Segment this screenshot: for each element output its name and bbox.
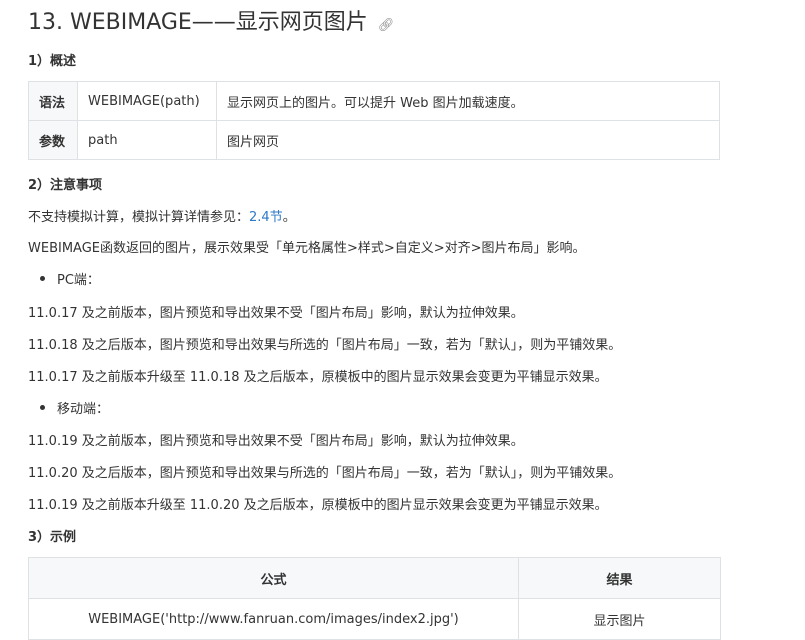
page-title: 13. WEBIMAGE——显示网页图片 🔗︎ xyxy=(28,4,394,36)
paragraph-simulation: 不支持模拟计算，模拟计算详情参见：2.4节。 xyxy=(28,206,296,225)
column-header-result: 结果 xyxy=(518,557,721,599)
table-cell-value: WEBIMAGE(path) xyxy=(77,81,217,121)
section-heading-overview: 1）概述 xyxy=(28,54,77,69)
paragraph-mobile-line: 11.0.19 及之前版本，图片预览和导出效果不受「图片布局」影响，默认为拉伸效… xyxy=(28,434,524,449)
table-row: 语法 WEBIMAGE(path) 显示网页上的图片。可以提升 Web 图片加载… xyxy=(28,81,720,121)
table-cell-desc: 显示网页上的图片。可以提升 Web 图片加载速度。 xyxy=(216,81,720,121)
list-item-label: PC端： xyxy=(57,273,100,288)
section-heading-notes: 2）注意事项 xyxy=(28,178,103,193)
section-link[interactable]: 2.4节 xyxy=(249,210,283,225)
bullet-icon xyxy=(40,405,45,410)
overview-table: 语法 WEBIMAGE(path) 显示网页上的图片。可以提升 Web 图片加载… xyxy=(28,81,720,160)
simulation-text: 不支持模拟计算，模拟计算详情参见： xyxy=(28,210,250,225)
table-cell-desc: 图片网页 xyxy=(216,120,720,160)
table-row: WEBIMAGE('http://www.fanruan.com/images/… xyxy=(28,598,721,640)
section-heading-example: 3）示例 xyxy=(28,530,77,545)
paragraph-mobile-line: 11.0.20 及之后版本，图片预览和导出效果与所选的「图片布局」一致，若为「默… xyxy=(28,466,622,481)
paragraph-layout-note: WEBIMAGE函数返回的图片，展示效果受「单元格属性>样式>自定义>对齐>图片… xyxy=(28,241,586,256)
column-header-formula: 公式 xyxy=(28,557,519,599)
table-cell-result: 显示图片 xyxy=(518,598,721,640)
paragraph-pc-line: 11.0.17 及之前版本升级至 11.0.18 及之后版本，原模板中的图片显示… xyxy=(28,370,608,385)
paragraph-mobile-line: 11.0.19 及之前版本升级至 11.0.20 及之后版本，原模板中的图片显示… xyxy=(28,498,608,513)
table-cell-key: 参数 xyxy=(28,120,78,160)
bullet-icon xyxy=(40,276,45,281)
paragraph-pc-line: 11.0.18 及之后版本，图片预览和导出效果与所选的「图片布局」一致，若为「默… xyxy=(28,338,622,353)
page-title-text: 13. WEBIMAGE——显示网页图片 xyxy=(28,10,368,35)
paragraph-pc-line: 11.0.17 及之前版本，图片预览和导出效果不受「图片布局」影响，默认为拉伸效… xyxy=(28,306,524,321)
example-table: 公式 结果 WEBIMAGE('http://www.fanruan.com/i… xyxy=(28,557,721,640)
table-row: 参数 path 图片网页 xyxy=(28,120,720,160)
simulation-end: 。 xyxy=(282,210,296,225)
list-item-mobile: 移动端： xyxy=(40,398,109,417)
list-item-pc: PC端： xyxy=(40,269,100,288)
table-cell-value: path xyxy=(77,120,217,160)
list-item-label: 移动端： xyxy=(57,402,110,417)
table-header-row: 公式 结果 xyxy=(28,557,721,599)
table-cell-key: 语法 xyxy=(28,81,78,121)
table-cell-formula: WEBIMAGE('http://www.fanruan.com/images/… xyxy=(28,598,519,640)
link-icon[interactable]: 🔗︎ xyxy=(378,18,395,33)
